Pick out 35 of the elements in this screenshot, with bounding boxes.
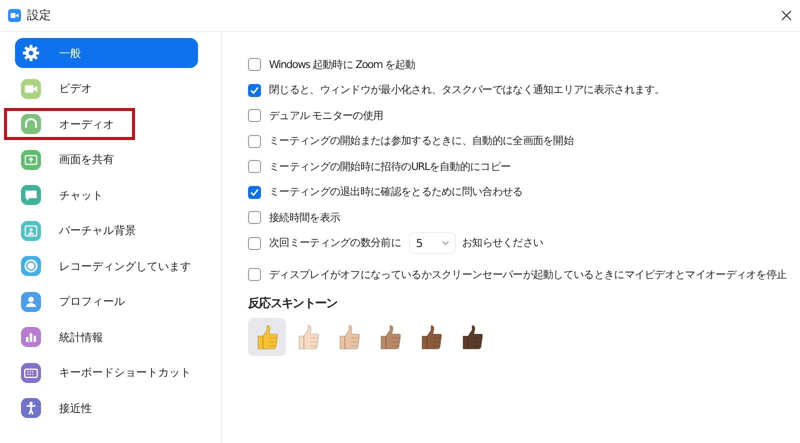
checkbox[interactable] (248, 186, 261, 199)
checkbox[interactable] (248, 211, 261, 224)
option-label: ディスプレイがオフになっているかスクリーンセーバーが起動しているときにマイビデオとマイオーディオを停止 (269, 268, 787, 282)
option-label: 次回ミーティングの数分前に (269, 236, 401, 250)
close-icon[interactable] (781, 10, 792, 21)
checkbox[interactable] (248, 268, 261, 282)
option-label: デュアル モニターの使用 (269, 108, 384, 123)
option-label: ミーティングの開始時に招待のURLを自動的にコピー (269, 160, 511, 174)
sidebar-item[interactable]: 統計情報 (15, 322, 198, 352)
sidebar-item[interactable]: ビデオ (15, 74, 198, 104)
minutes-dropdown[interactable]: 5 (408, 232, 456, 254)
checkbox[interactable] (248, 160, 261, 174)
option-label: ミーティングの開始または参加するときに、自動的に全画面を開始 (269, 134, 574, 148)
option-label: Windows 起動時に Zoom を起動 (269, 58, 416, 72)
checkbox[interactable] (248, 84, 261, 97)
app-logo-icon (8, 9, 21, 22)
sidebar-item[interactable]: プロフィール (15, 286, 198, 316)
sidebar-item[interactable]: 画面を共有 (15, 144, 198, 174)
sidebar-item[interactable]: バーチャル背景 (15, 216, 198, 246)
checkbox[interactable] (248, 236, 261, 250)
checkbox[interactable] (248, 134, 261, 148)
sidebar-item[interactable]: 接近性 (15, 393, 198, 423)
section-heading: 反応スキントーン (248, 294, 338, 312)
option-label: 接続時間を表示 (269, 210, 340, 225)
option-label: ミーティングの退出時に確認をとるために問い合わせる (269, 185, 523, 200)
option-label: お知らせください (462, 236, 544, 250)
checkbox[interactable] (248, 58, 261, 72)
checkbox[interactable] (248, 109, 261, 122)
sidebar-item[interactable]: キーボードショートカット (15, 358, 198, 388)
sidebar-item[interactable]: レコーディングしています (15, 251, 198, 281)
sidebar-item[interactable]: チャット (15, 180, 198, 210)
option-label: 閉じると、ウィンドウが最小化され、タスクバーではなく通知エリアに表示されます。 (269, 83, 665, 98)
sidebar-item[interactable]: 一般 (15, 38, 198, 68)
chevron-down-icon (442, 241, 449, 246)
window-title: 設定 (27, 7, 52, 24)
